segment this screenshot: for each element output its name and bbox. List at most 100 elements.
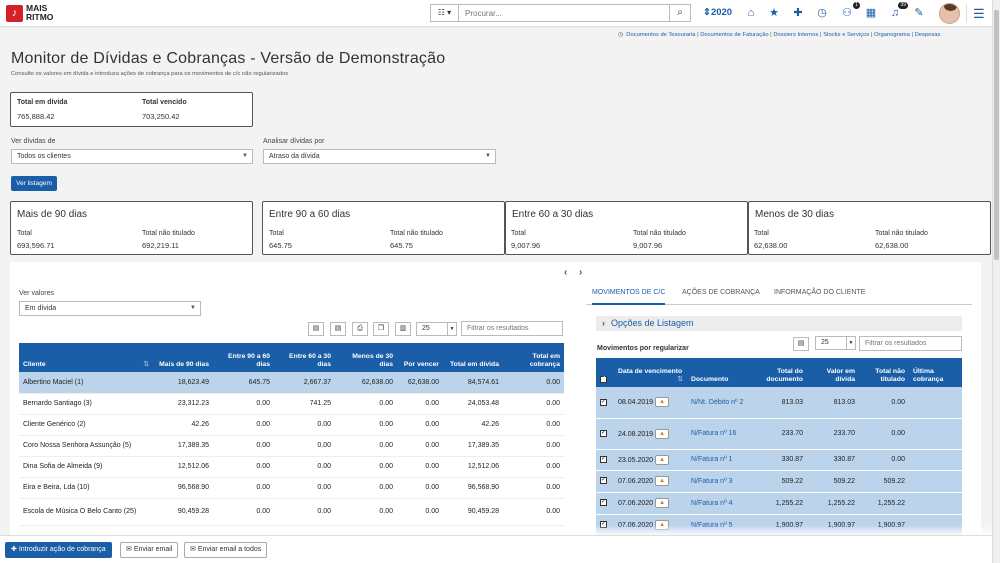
card-total-value: 693,596.71 — [17, 241, 55, 250]
document-link[interactable]: N/Fatura nº 16 — [687, 418, 757, 450]
page-scrollbar[interactable] — [992, 0, 1000, 563]
cell-text: N/Nt. Débito nº 2 — [691, 398, 744, 406]
export-pdf-icon[interactable]: ▤ — [793, 337, 809, 351]
sort-icon[interactable]: ⇅ — [677, 376, 683, 384]
search-input[interactable] — [458, 4, 670, 22]
filter-input[interactable] — [461, 321, 563, 336]
warning-icon[interactable]: ▲ — [655, 498, 670, 508]
col-total-divida[interactable]: Total em dívida — [443, 343, 503, 372]
mov-filter-input[interactable] — [859, 336, 962, 351]
wrench-icon[interactable]: ✎ — [912, 7, 926, 21]
movimento-row[interactable]: ✓ 23.05.2020 ▲ N/Fatura nº 1 330.87 330.87 0.0… — [596, 449, 962, 471]
chevron-right-icon[interactable]: › — [579, 267, 582, 278]
movimento-row[interactable]: ✓ 24.08.2019 ▲ N/Fatura nº 16 233.70 233.70 0.… — [596, 418, 962, 450]
select-all-checkbox[interactable]: ✓ — [596, 358, 614, 387]
link-stocks[interactable]: Stocks e Serviços — [823, 32, 869, 38]
export-doc-icon[interactable]: ▤ — [330, 322, 346, 336]
row-checkbox[interactable]: ✓ — [596, 418, 614, 450]
card-nt-label: Total não titulado — [633, 230, 686, 237]
link-tesouraria[interactable]: Documentos de Tesouraria — [626, 32, 695, 38]
copy-icon[interactable]: ❐ — [373, 322, 389, 336]
movimento-row[interactable]: ✓ 08.04.2019 ▲ N/Nt. Débito nº 2 813.03 813.0… — [596, 387, 962, 419]
columns-icon[interactable]: ▥ — [395, 322, 411, 336]
year-selector[interactable]: ⇕2020 — [703, 7, 732, 18]
warning-icon[interactable]: ▲ — [655, 454, 670, 465]
table-row[interactable]: Coro Nossa Senhora Assunção (5) 17,389.35… — [19, 435, 564, 457]
row-checkbox[interactable]: ✓ — [596, 470, 614, 493]
client-name-cell: Eira e Beira, Lda (10) — [19, 477, 153, 499]
movimento-row[interactable]: ✓ 07.06.2020 ▲ N/Fatura nº 3 509.22 509.22 509… — [596, 470, 962, 493]
col-60-30[interactable]: Entre 60 a 30 dias — [274, 343, 335, 372]
amount-cell: 96,568.90 — [443, 477, 503, 499]
table-row[interactable]: Eira e Beira, Lda (10) 96,568.90 0.00 0.00 0… — [19, 477, 564, 499]
col-total-nao-titulado[interactable]: Total não titulado — [859, 358, 909, 387]
link-faturacao[interactable]: Documentos de Faturação — [700, 32, 768, 38]
table-row[interactable]: Cliente Genérico (2) 42.26 0.00 0.00 0.00 0.0… — [19, 414, 564, 436]
chevron-left-icon[interactable]: ‹ — [564, 267, 567, 278]
introduzir-acao-button[interactable]: ✚ Introduzir ação de cobrança — [5, 542, 112, 558]
sort-icon[interactable]: ⇅ — [143, 361, 149, 369]
enviar-email-todos-button[interactable]: ✉ Enviar email a todos — [184, 542, 268, 558]
col-90-60[interactable]: Entre 90 a 60 dias — [213, 343, 274, 372]
link-organograma[interactable]: Organograma — [874, 32, 910, 38]
tab-acoes-cobranca[interactable]: AÇÕES DE COBRANÇA — [682, 289, 760, 296]
page-size-select[interactable]: 25 ▼ — [416, 322, 457, 336]
scrollbar-thumb[interactable] — [994, 10, 999, 260]
col-data-vencimento[interactable]: Data de vencimento ⇅ — [614, 358, 687, 387]
logo[interactable]: MAIS RITMO — [26, 4, 53, 22]
clock-icon[interactable]: ◷ — [815, 7, 829, 21]
avatar[interactable] — [939, 3, 960, 24]
table-row[interactable]: Dina Sofia de Almeida (9) 12,512.06 0.00 0.… — [19, 456, 564, 478]
table-row[interactable]: Escola de Música O Belo Canto (25) 90,459… — [19, 498, 564, 526]
ver-valores-select[interactable]: Em dívida ▼ — [19, 301, 201, 316]
analisar-value: Atraso da dívida — [269, 153, 320, 160]
mov-page-size-select[interactable]: 25 ▼ — [815, 336, 856, 350]
col-total-documento[interactable]: Total do documento — [757, 358, 807, 387]
document-link[interactable]: N/Nt. Débito nº 2 — [687, 387, 757, 419]
amount-cell: 0.00 — [213, 393, 274, 415]
col-documento[interactable]: Documento — [687, 358, 757, 387]
analisar-select[interactable]: Atraso da dívida ▼ — [263, 149, 496, 164]
warning-icon[interactable]: ▲ — [655, 428, 670, 439]
table-row[interactable]: Albertino Maciel (1) 18,623.49 645.75 2,667… — [19, 372, 564, 394]
enviar-email-button[interactable]: ✉ Enviar email — [120, 542, 179, 558]
tab-informacao-cliente[interactable]: INFORMAÇÃO DO CLIENTE — [774, 289, 865, 296]
search-icon[interactable]: ⌕ — [670, 4, 691, 22]
movimento-row[interactable]: ✓ 07.06.2020 ▲ N/Fatura nº 4 1,255.22 1,255.2… — [596, 492, 962, 515]
col-por-vencer[interactable]: Por vencer — [397, 343, 443, 372]
table-row[interactable]: Bernardo Santiago (3) 23,312.23 0.00 741.25… — [19, 393, 564, 415]
document-link[interactable]: N/Fatura nº 3 — [687, 470, 757, 493]
ver-listagem-button[interactable]: Ver listagem — [11, 176, 57, 191]
warning-icon[interactable]: ▲ — [655, 476, 670, 486]
row-checkbox[interactable]: ✓ — [596, 449, 614, 471]
document-link[interactable]: N/Fatura nº 1 — [687, 449, 757, 471]
users-icon[interactable]: ⚇ 1 — [840, 2, 860, 21]
col-valor-divida[interactable]: Valor em dívida — [807, 358, 859, 387]
print-icon[interactable]: ⎙ — [352, 322, 368, 336]
col-cliente[interactable]: Cliente ⇅ — [19, 343, 153, 372]
client-name-cell: Bernardo Santiago (3) — [19, 393, 153, 415]
col-ultima-cobranca[interactable]: Última cobrança — [909, 358, 962, 387]
star-icon[interactable]: ★ — [767, 7, 781, 21]
document-link[interactable]: N/Fatura nº 4 — [687, 492, 757, 515]
bell-icon[interactable]: ♫ 39 — [888, 2, 908, 21]
warning-icon[interactable]: ▲ — [655, 397, 670, 408]
link-despesas[interactable]: Despesas — [915, 32, 941, 38]
link-dossiers[interactable]: Dossiers Internos — [773, 32, 818, 38]
hamburger-menu-icon[interactable]: ☰ — [973, 6, 985, 22]
plus-icon[interactable]: ✚ — [791, 7, 805, 21]
search-type-dropdown[interactable]: ☷ ▾ — [430, 4, 458, 22]
home-icon[interactable]: ⌂ — [744, 7, 758, 21]
opcoes-listagem-toggle[interactable]: › Opções de Listagem — [596, 316, 962, 331]
row-checkbox[interactable]: ✓ — [596, 387, 614, 419]
ver-dividas-select[interactable]: Todos os clientes ▼ — [11, 149, 253, 164]
col-mais-90[interactable]: Mais de 90 dias — [153, 343, 213, 372]
col-menos-30[interactable]: Menos de 30 dias — [335, 343, 397, 372]
calendar-icon[interactable]: ▦ — [864, 7, 878, 21]
tab-movimentos[interactable]: MOVIMENTOS DE C/C — [592, 289, 666, 305]
total-vencido-label: Total vencido — [142, 99, 187, 106]
col-total-cobranca[interactable]: Total em cobrança — [503, 343, 564, 372]
logo-icon[interactable]: ♪ — [6, 5, 23, 22]
export-pdf-icon[interactable]: ▤ — [308, 322, 324, 336]
row-checkbox[interactable]: ✓ — [596, 492, 614, 515]
